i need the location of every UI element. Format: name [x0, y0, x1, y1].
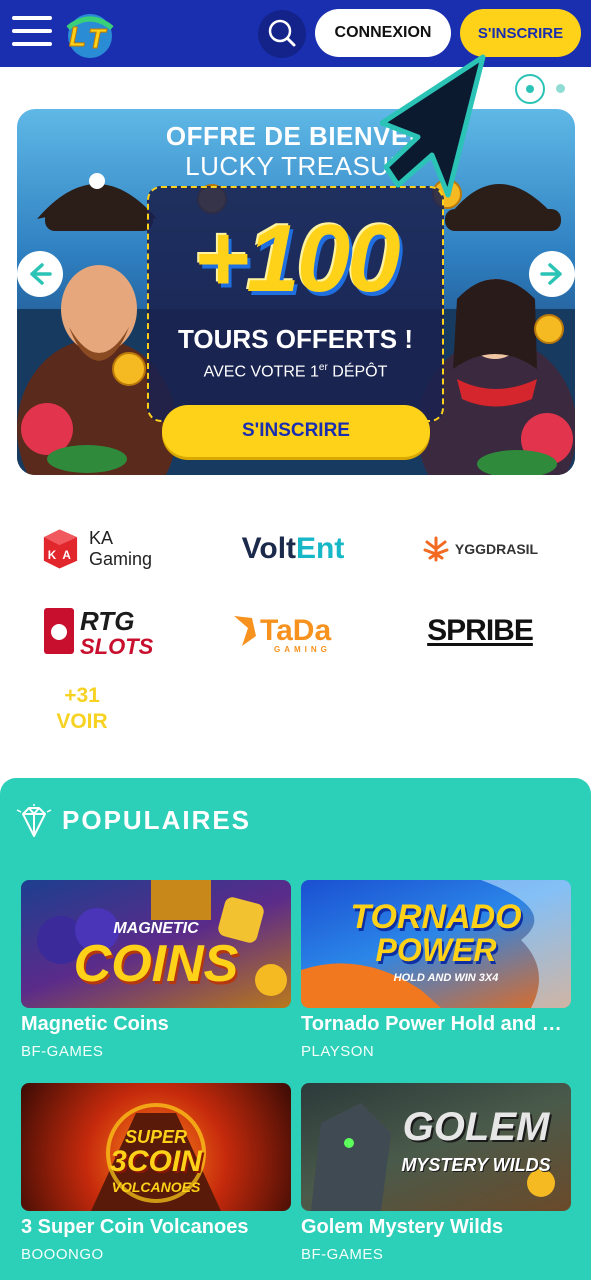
- provider-spribe[interactable]: SPRIBE: [427, 606, 534, 656]
- svg-text:K: K: [48, 549, 57, 562]
- carousel-dot-active[interactable]: [515, 74, 545, 104]
- ka-gaming-label: KA Gaming: [89, 528, 153, 569]
- svg-text:T: T: [88, 23, 108, 54]
- top-header: L T CONNEXION S'INSCRIRE: [0, 0, 591, 67]
- svg-text:A: A: [62, 549, 71, 562]
- banner-signup-button[interactable]: S'INSCRIRE: [162, 405, 430, 457]
- yggdrasil-tree-icon: [423, 536, 449, 562]
- game-title[interactable]: Golem Mystery Wilds: [301, 1216, 573, 1239]
- svg-text:GAMING: GAMING: [274, 645, 331, 654]
- signup-button[interactable]: S'INSCRIRE: [460, 9, 581, 57]
- provider-ka-gaming[interactable]: K A KA Gaming: [38, 525, 178, 573]
- svg-text:RTG: RTG: [80, 606, 134, 636]
- game-card-golem-mystery-wilds[interactable]: GOLEM MYSTERY WILDS: [301, 1083, 571, 1211]
- arrow-right-icon: [540, 263, 562, 285]
- promo-headline: TOURS OFFERTS !: [178, 324, 413, 354]
- section-title: POPULAIRES: [62, 805, 252, 835]
- tada-gaming-logo-icon: TaDa GAMING: [234, 614, 331, 654]
- provider-voltent[interactable]: Volt Ent: [228, 525, 358, 573]
- carousel-prev-button[interactable]: [17, 251, 63, 297]
- see-more-providers-link[interactable]: VOIR: [40, 710, 124, 734]
- rtg-slots-logo-icon: RTG SLOTS: [44, 606, 154, 659]
- promo-subline: AVEC VOTRE 1er DÉPÔT: [203, 362, 388, 381]
- game-card-3-super-coin-volcanoes[interactable]: SUPER 3COIN VOLCANOES: [21, 1083, 291, 1211]
- welcome-offer-banner[interactable]: OFFRE DE BIENVEN LUCKY TREASUR +100 TOUR…: [17, 109, 575, 475]
- carousel-dot[interactable]: [556, 84, 565, 93]
- game-card-tornado-power[interactable]: TORNADO POWER HOLD AND WIN 3X4: [301, 880, 571, 1008]
- game-title[interactable]: Tornado Power Hold and Win 3x4: [301, 1013, 573, 1036]
- promo-amount: +100: [193, 205, 400, 312]
- svg-text:L: L: [69, 21, 86, 52]
- more-providers-count: +31: [64, 684, 100, 707]
- game-card-magnetic-coins[interactable]: MAGNETIC COINS: [21, 880, 291, 1008]
- diamond-icon: [16, 804, 52, 837]
- game-provider: BOOONGO: [21, 1246, 104, 1263]
- banner-title: OFFRE DE BIENVEN: [165, 121, 429, 151]
- provider-yggdrasil[interactable]: YGGDRASIL: [418, 530, 543, 568]
- game-title[interactable]: Magnetic Coins: [21, 1013, 293, 1036]
- provider-rtg-slots[interactable]: RTG SLOTS: [42, 602, 172, 660]
- provider-tada-gaming[interactable]: TaDa GAMING: [228, 606, 358, 656]
- svg-text:TaDa: TaDa: [260, 614, 331, 647]
- search-button[interactable]: [258, 10, 306, 58]
- game-title[interactable]: 3 Super Coin Volcanoes: [21, 1216, 293, 1239]
- banner-subtitle: LUCKY TREASUR: [185, 151, 409, 181]
- site-logo[interactable]: L T: [60, 8, 120, 60]
- svg-text:SLOTS: SLOTS: [80, 634, 154, 659]
- game-provider: PLAYSON: [301, 1043, 375, 1060]
- game-provider: BF-GAMES: [21, 1043, 104, 1060]
- arrow-left-icon: [30, 263, 52, 285]
- carousel-next-button[interactable]: [529, 251, 575, 297]
- ka-gaming-logo-icon: K A: [43, 529, 78, 569]
- game-provider: BF-GAMES: [301, 1246, 384, 1263]
- login-button[interactable]: CONNEXION: [315, 9, 451, 57]
- menu-icon[interactable]: [12, 14, 52, 48]
- search-icon: [268, 19, 296, 47]
